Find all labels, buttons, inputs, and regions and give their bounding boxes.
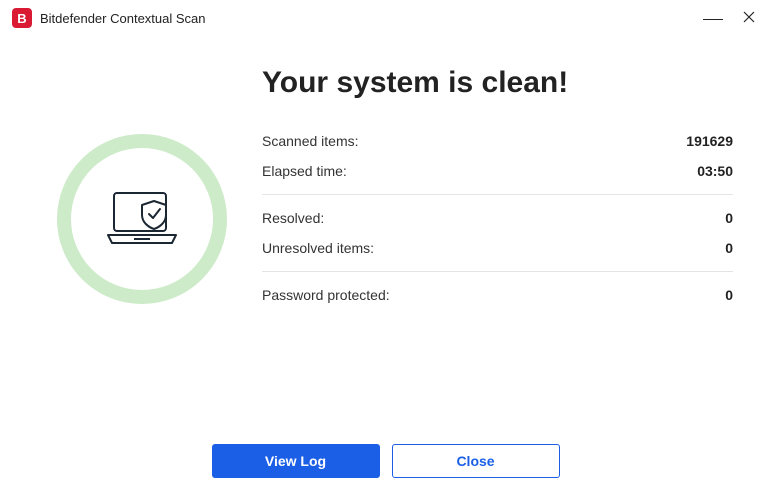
app-title: Bitdefender Contextual Scan [40, 11, 703, 26]
status-ring [57, 134, 227, 304]
stat-value: 0 [725, 240, 733, 256]
minimize-button[interactable] [703, 11, 723, 26]
divider [262, 194, 733, 195]
stat-value: 0 [725, 210, 733, 226]
button-row: View Log Close [0, 444, 771, 478]
stat-label: Password protected: [262, 287, 390, 303]
status-graphic-column [42, 66, 242, 310]
app-icon: B [12, 8, 32, 28]
stat-label: Elapsed time: [262, 163, 347, 179]
stat-unresolved: Unresolved items: 0 [262, 233, 733, 263]
content-area: Your system is clean! Scanned items: 191… [0, 36, 771, 310]
titlebar: B Bitdefender Contextual Scan [0, 0, 771, 36]
close-window-button[interactable] [739, 11, 759, 26]
stat-value: 0 [725, 287, 733, 303]
stat-resolved: Resolved: 0 [262, 203, 733, 233]
stat-scanned-items: Scanned items: 191629 [262, 126, 733, 156]
divider [262, 271, 733, 272]
stat-value: 03:50 [697, 163, 733, 179]
laptop-shield-icon [100, 187, 184, 251]
close-button[interactable]: Close [392, 444, 560, 478]
headline: Your system is clean! [262, 66, 733, 100]
results-column: Your system is clean! Scanned items: 191… [242, 66, 733, 310]
stat-label: Scanned items: [262, 133, 359, 149]
stat-label: Unresolved items: [262, 240, 374, 256]
stat-label: Resolved: [262, 210, 324, 226]
stat-password-protected: Password protected: 0 [262, 280, 733, 310]
stat-value: 191629 [686, 133, 733, 149]
view-log-button[interactable]: View Log [212, 444, 380, 478]
window-controls [703, 11, 759, 26]
stat-elapsed-time: Elapsed time: 03:50 [262, 156, 733, 186]
